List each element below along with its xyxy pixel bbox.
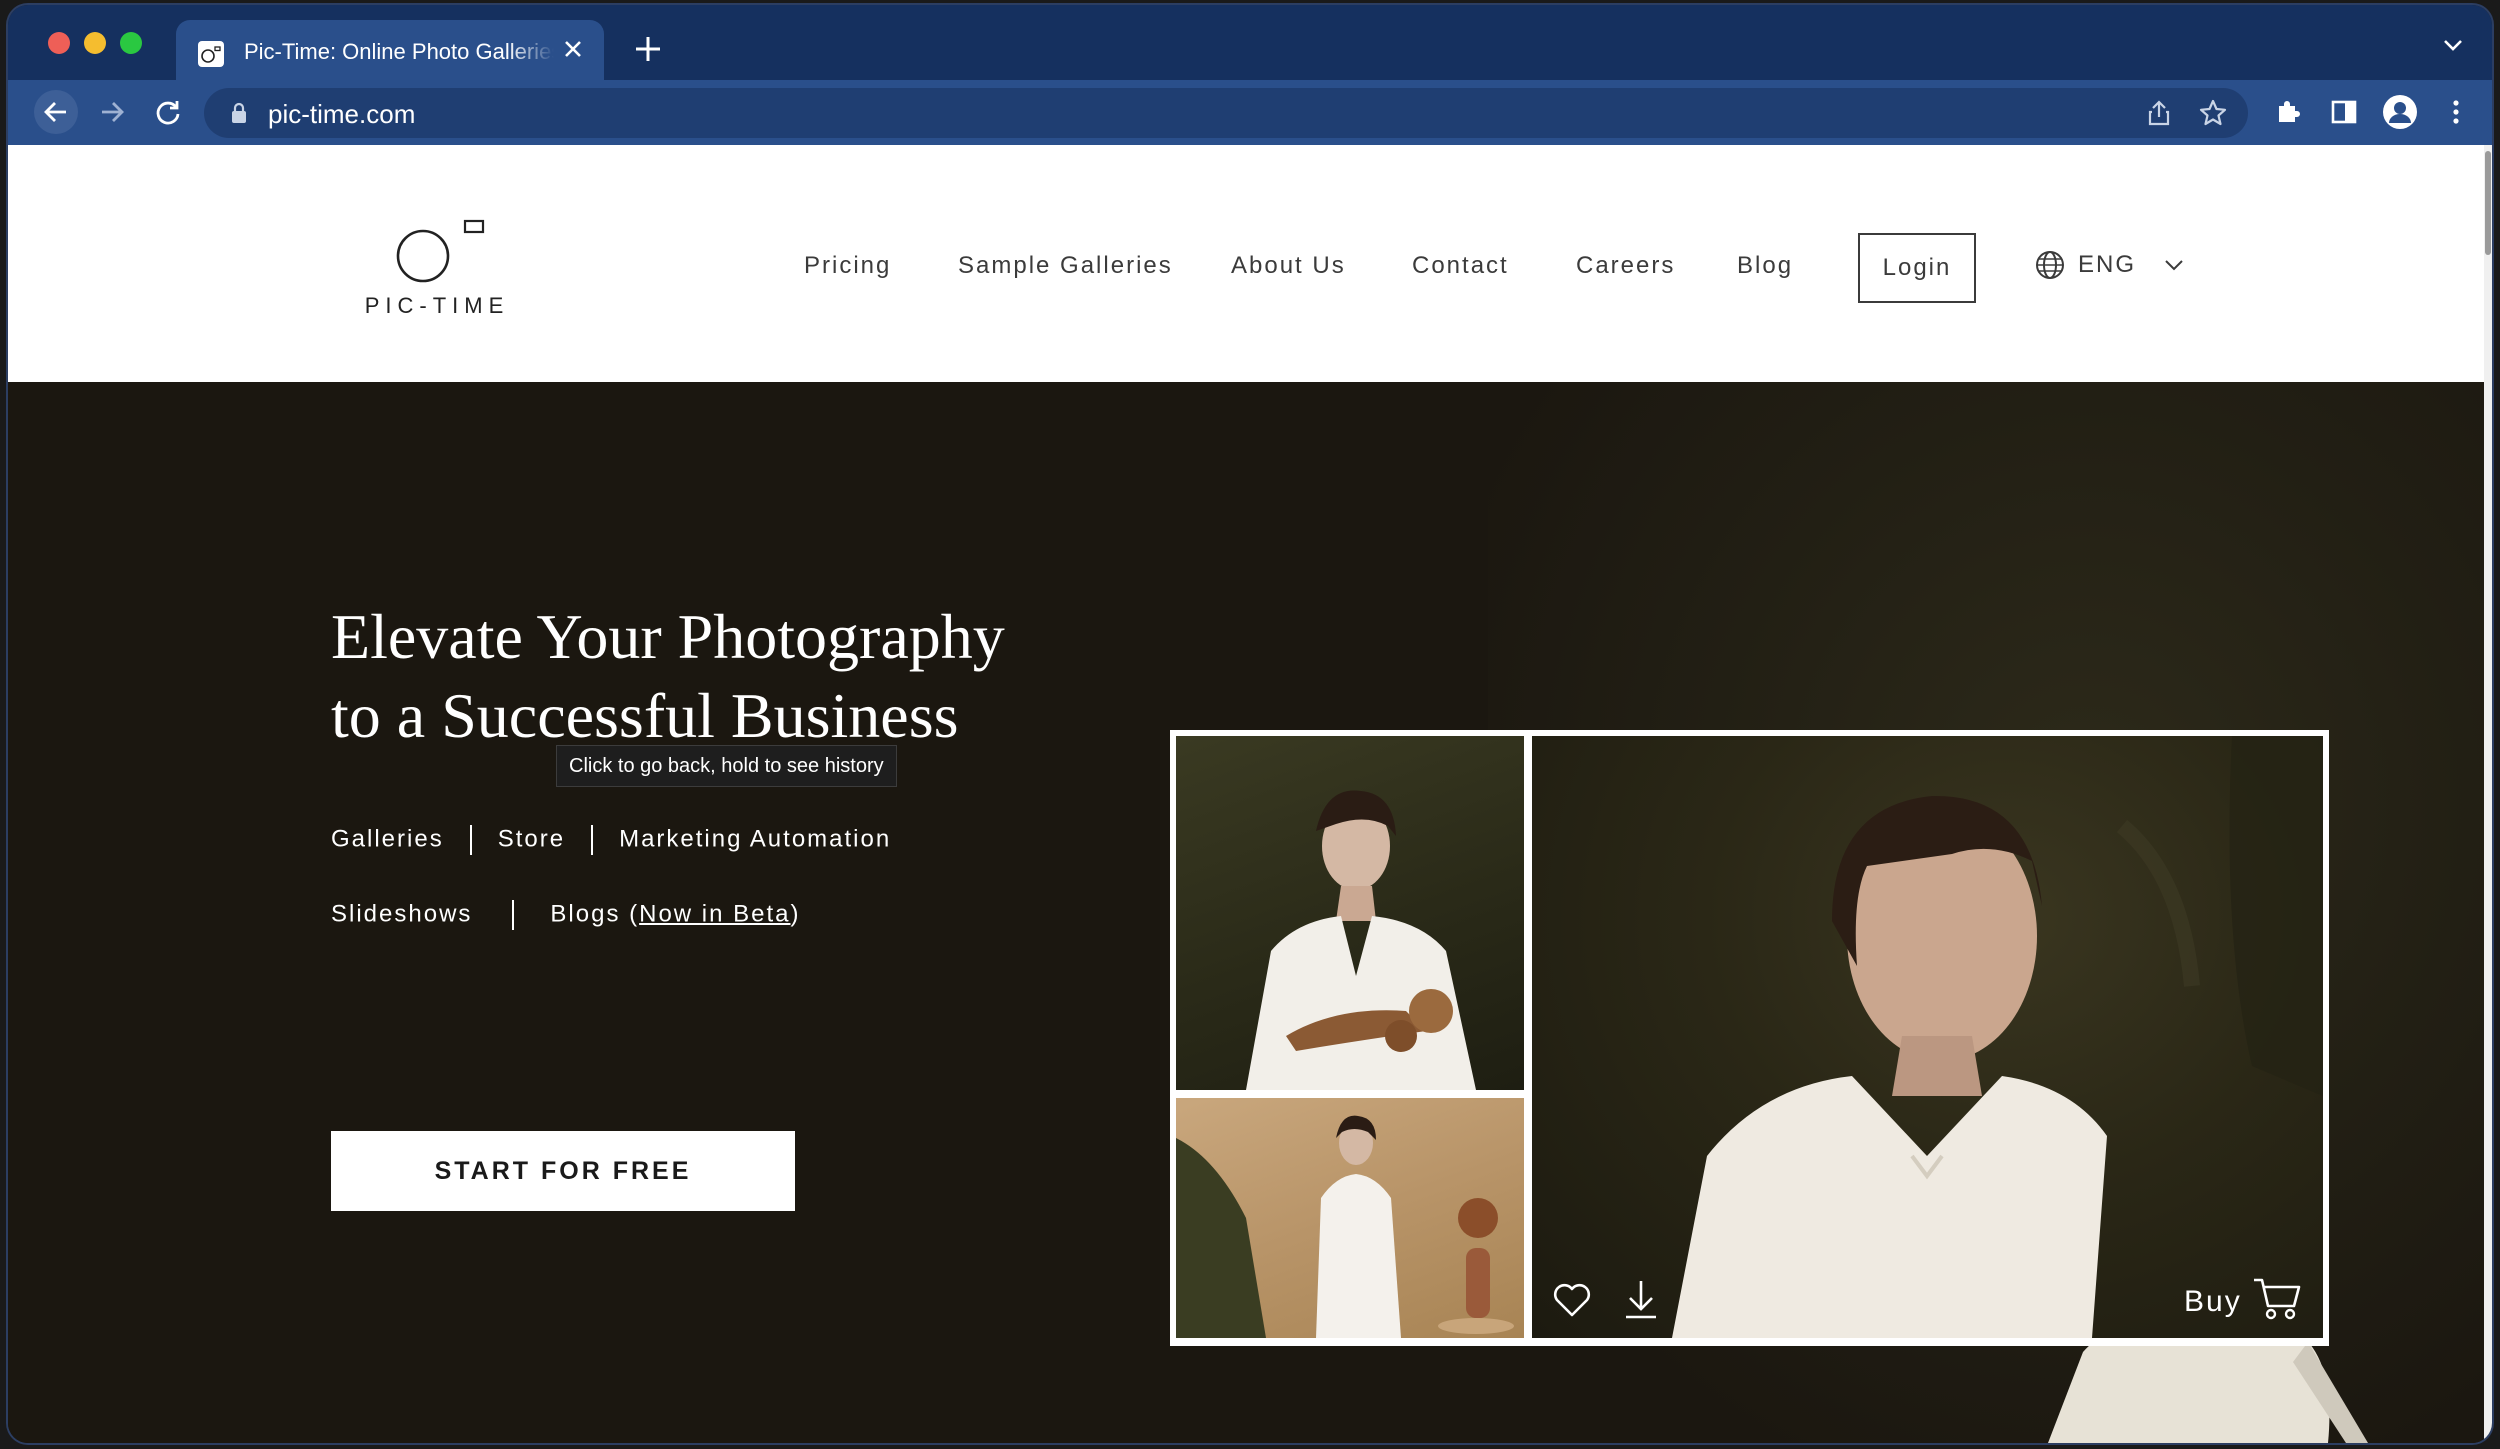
address-bar[interactable]: pic-time.com [204,88,2248,138]
hero-headline: Elevate Your Photography to a Successful… [331,597,1005,755]
back-arrow-icon [44,102,66,122]
cart-icon[interactable] [2252,1276,2302,1327]
more-menu-icon[interactable] [2436,92,2476,132]
feature-blogs-prefix: Blogs ( [550,900,640,928]
favicon-icon [198,41,224,67]
separator [512,900,515,930]
profile-icon[interactable] [2380,92,2420,132]
feature-blogs-suffix: ) [790,900,801,928]
login-button[interactable]: Login [1858,233,1976,303]
tab-search-chevron-icon[interactable] [2438,33,2468,57]
language-selector[interactable]: ENG [2034,245,2186,285]
features-row-2: Slideshows Blogs (Now in Beta) [331,900,801,930]
globe-icon [2036,251,2064,279]
gallery-thumb-portrait [1176,736,1524,1090]
share-icon[interactable] [2144,98,2174,128]
now-in-beta-link[interactable]: Now in Beta [639,900,790,927]
gallery-main-photo [1532,736,2323,1338]
nav-sample-galleries[interactable]: Sample Galleries [958,252,1173,280]
web-page: PIC-TIME Pricing Sample Galleries About … [8,145,2484,1443]
minimize-window-button[interactable] [84,32,106,54]
reload-icon [156,101,180,125]
language-label: ENG [2078,251,2137,278]
extensions-icon[interactable] [2268,92,2308,132]
tab-strip: Pic-Time: Online Photo Galleries [8,5,2492,81]
tab-active[interactable]: Pic-Time: Online Photo Galleries [176,20,604,81]
chevron-down-icon [2165,260,2183,271]
feature-galleries: Galleries [331,825,444,853]
gallery-preview: Buy [1170,730,2329,1346]
buy-label[interactable]: Buy [2184,1285,2242,1319]
heart-icon[interactable] [1552,1282,1592,1323]
hero-section: Elevate Your Photography to a Successful… [8,382,2484,1443]
back-button[interactable] [34,90,78,134]
star-icon[interactable] [2198,98,2228,128]
feature-marketing-automation: Marketing Automation [619,825,892,853]
url-text: pic-time.com [268,99,416,129]
separator [591,825,594,855]
maximize-window-button[interactable] [120,32,142,54]
new-tab-button[interactable] [626,27,670,71]
site-logo[interactable]: PIC-TIME [356,213,518,323]
nav-pricing[interactable]: Pricing [804,252,891,280]
side-panel-icon[interactable] [2324,92,2364,132]
lock-icon[interactable] [230,102,248,129]
nav-contact[interactable]: Contact [1412,252,1509,280]
start-for-free-button[interactable]: START FOR FREE [331,1131,795,1211]
gallery-thumb-seated [1176,1098,1524,1338]
tab-close-icon[interactable] [558,34,588,64]
close-window-button[interactable] [48,32,70,54]
page-scrollbar[interactable] [2484,145,2492,1443]
separator [469,825,472,855]
browser-window: Pic-Time: Online Photo Galleries pic-tim [8,5,2492,1443]
feature-slideshows: Slideshows [331,900,473,928]
browser-toolbar: pic-time.com [8,80,2492,145]
feature-store: Store [497,825,566,853]
features-row-1: Galleries Store Marketing Automation [331,825,891,855]
back-button-tooltip: Click to go back, hold to see history [556,745,897,787]
logo-mark-icon [396,219,485,283]
forward-arrow-icon [102,102,124,122]
nav-about-us[interactable]: About Us [1231,252,1346,280]
headline-line-2: to a Successful Business [331,680,959,751]
nav-careers[interactable]: Careers [1576,252,1675,280]
logo-text: PIC-TIME [364,293,510,318]
download-icon[interactable] [1622,1278,1660,1325]
reload-button[interactable] [146,90,190,134]
headline-line-1: Elevate Your Photography [331,601,1005,672]
tab-title: Pic-Time: Online Photo Galleries [244,39,554,64]
nav-blog[interactable]: Blog [1737,252,1793,280]
forward-button[interactable] [90,90,134,134]
site-header: PIC-TIME Pricing Sample Galleries About … [8,145,2484,382]
scrollbar-thumb[interactable] [2485,151,2491,255]
